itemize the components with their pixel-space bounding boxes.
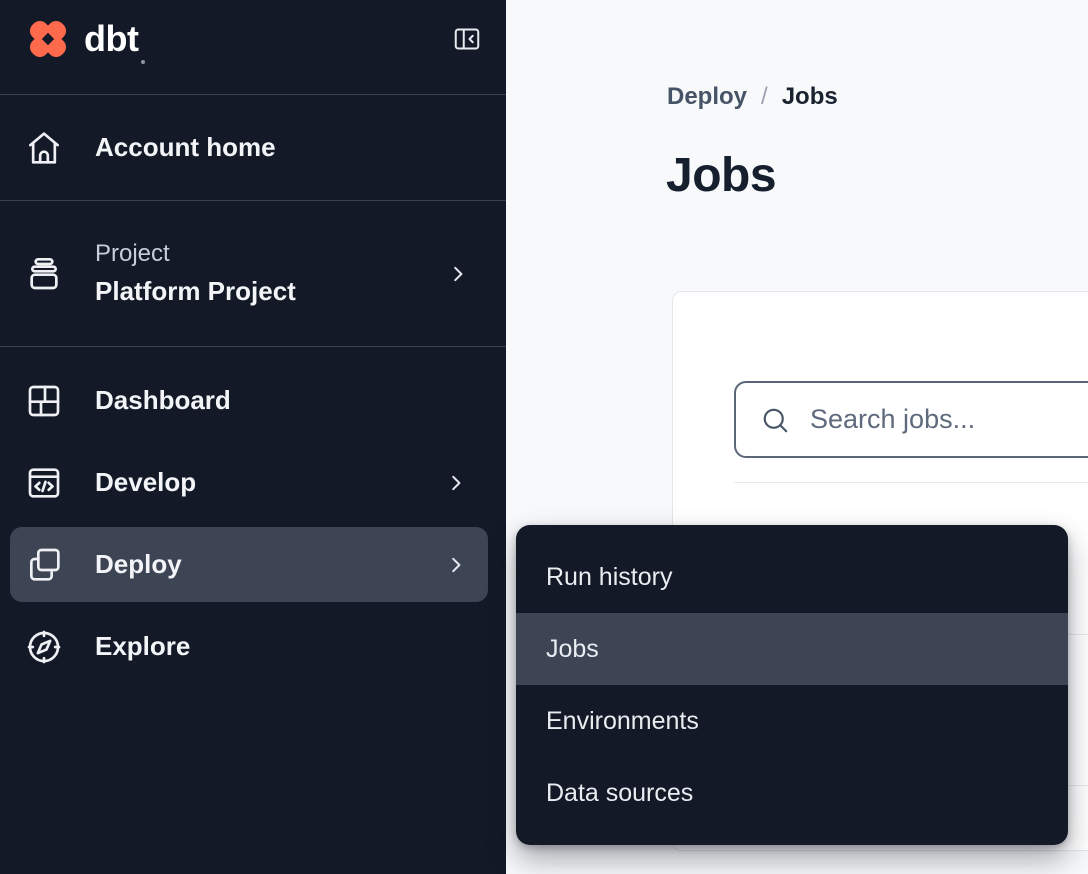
trademark-dot: [141, 60, 145, 64]
search-input[interactable]: [808, 403, 1088, 436]
breadcrumb-separator: /: [761, 83, 768, 111]
chevron-right-icon: [444, 471, 468, 495]
menu-item-run-history[interactable]: Run history: [516, 541, 1068, 613]
search-icon: [760, 405, 790, 435]
brand-name: dbt: [84, 18, 138, 60]
breadcrumb: Deploy / Jobs: [667, 83, 838, 111]
sidebar-nav: Dashboard Develop: [0, 347, 506, 684]
develop-icon: [24, 463, 64, 503]
menu-item-data-sources[interactable]: Data sources: [516, 757, 1068, 829]
sidebar: dbt Account home: [0, 0, 506, 874]
project-icon: [24, 254, 64, 294]
sidebar-item-label: Account home: [95, 132, 276, 163]
sidebar-header: dbt: [0, 0, 506, 95]
sidebar-item-label: Dashboard: [95, 385, 231, 416]
deploy-submenu: Run history Jobs Environments Data sourc…: [516, 525, 1068, 845]
page-title: Jobs: [666, 148, 776, 203]
sidebar-item-label: Develop: [95, 467, 196, 498]
breadcrumb-link-deploy[interactable]: Deploy: [667, 83, 747, 111]
sidebar-project-switcher[interactable]: Project Platform Project: [0, 201, 506, 347]
project-name: Platform Project: [95, 276, 296, 307]
sidebar-item-explore[interactable]: Explore: [10, 609, 488, 684]
home-icon: [24, 128, 64, 168]
sidebar-item-label: Deploy: [95, 549, 182, 580]
chevron-right-icon: [446, 262, 470, 286]
compass-icon: [24, 627, 64, 667]
search-box: [734, 381, 1088, 458]
sidebar-item-dashboard[interactable]: Dashboard: [10, 363, 488, 438]
deploy-icon: [24, 545, 64, 585]
breadcrumb-current: Jobs: [782, 83, 838, 111]
project-label: Project: [95, 240, 296, 268]
collapse-sidebar-icon: [452, 24, 482, 54]
dbt-logo-icon: [24, 15, 72, 63]
chevron-right-icon: [444, 553, 468, 577]
project-text: Project Platform Project: [95, 240, 296, 307]
sidebar-item-develop[interactable]: Develop: [10, 445, 488, 520]
collapse-sidebar-button[interactable]: [452, 24, 482, 54]
menu-item-environments[interactable]: Environments: [516, 685, 1068, 757]
sidebar-item-deploy[interactable]: Deploy: [10, 527, 488, 602]
sidebar-item-label: Explore: [95, 631, 190, 662]
app-window: dbt Account home: [0, 0, 1088, 874]
card-divider: [734, 482, 1088, 483]
sidebar-item-account-home[interactable]: Account home: [0, 95, 506, 201]
dashboard-icon: [24, 381, 64, 421]
menu-item-jobs[interactable]: Jobs: [516, 613, 1068, 685]
